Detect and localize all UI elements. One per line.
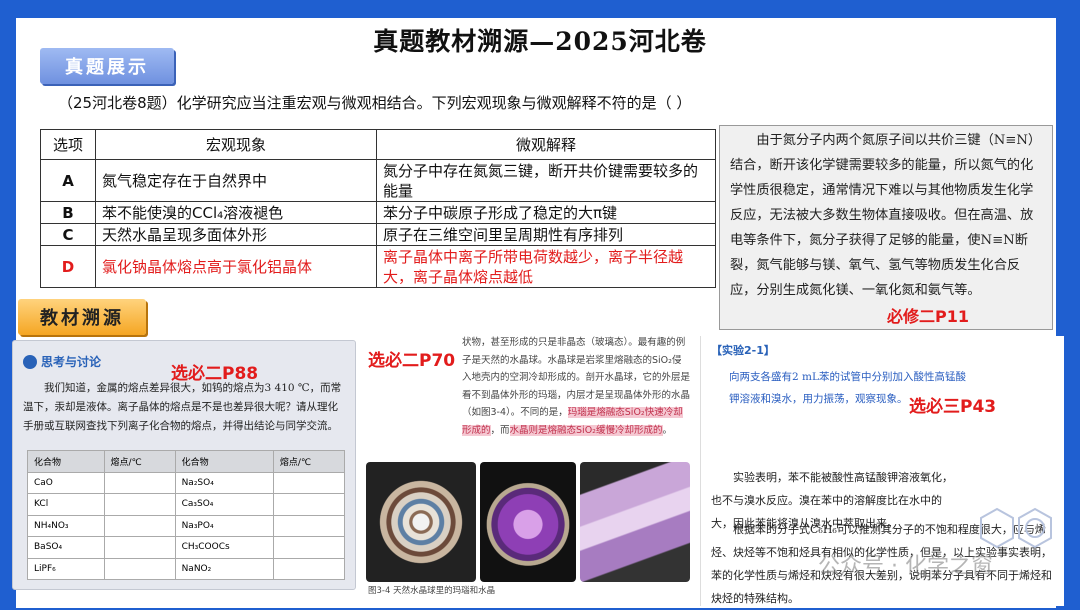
figure-caption: 图3-4 天然水晶球里的玛瑙和水晶 [368, 586, 496, 596]
table-row: LiPF₆ NaNO₂ [27, 557, 346, 580]
experiment-label: 【实验2-1】 [711, 344, 775, 357]
micro-c: 原子在三维空间里呈周期性有序排列 [376, 223, 716, 246]
mp-header: 熔点/℃ [103, 450, 176, 473]
compound: NH₄NO₃ [27, 514, 105, 537]
macro-d: 氯化钠晶体熔点高于氯化铝晶体 [95, 245, 377, 288]
discussion-title: 思考与讨论 [41, 355, 102, 369]
ref-bixiu2: 必修二P11 [887, 307, 969, 326]
experiment-instruction: 向两支各盛有2 mL苯的试管中分别加入酸性高锰酸钾溶液和溴水，用力振荡，观察现象… [729, 371, 966, 405]
agate-image [366, 462, 476, 582]
option-c: C [40, 223, 96, 246]
table-row: BaSO₄ CH₃COOCs [27, 536, 346, 559]
compound: BaSO₄ [27, 536, 105, 559]
mp-cell [272, 471, 346, 494]
table-row: NH₄NO₃ Na₃PO₄ [27, 514, 346, 537]
source-tag: 教材溯源 [18, 299, 146, 335]
mp-cell [272, 493, 346, 516]
discussion-header: 思考与讨论 [23, 353, 101, 370]
table-header-row: 化合物 熔点/℃ 化合物 熔点/℃ [27, 450, 346, 473]
table-row: B 苯不能使溴的CCl₄溶液褪色 苯分子中碳原子形成了稳定的大π键 [40, 201, 716, 224]
mp-cell [272, 557, 346, 580]
mp-header: 化合物 [27, 450, 105, 473]
watermark: 公众号 · 化学之窗 [818, 554, 993, 579]
table-header-row: 选项 宏观现象 微观解释 [40, 129, 716, 160]
compound: KCl [27, 493, 105, 516]
compound: LiPF₆ [27, 557, 105, 580]
question-text: （25河北卷8题）化学研究应当注重宏观与微观相结合。下列宏观现象与微观解释不符的… [58, 94, 692, 112]
mp-cell [103, 536, 176, 559]
panel-p70: 选必二P70 状物，甚至形成的只是非晶态（玻璃态）。最有趣的例子是天然的水晶球。… [362, 334, 694, 602]
mp-cell [103, 493, 176, 516]
discussion-body: 我们知道，金属的熔点差异很大，如钨的熔点为3 410 ℃，而常温下，汞却是液体。… [23, 382, 342, 432]
micro-d: 离子晶体中离子所带电荷数越少，离子半径越大，离子晶体熔点越低 [376, 245, 716, 288]
crystal-text-part: 状物，甚至形成的只是非晶态（玻璃态）。最有趣的例子是天然的水晶球。水晶球是岩浆里… [462, 337, 691, 418]
mp-cell [272, 536, 346, 559]
table-row: CaO Na₂SO₄ [27, 471, 346, 494]
macro-c: 天然水晶呈现多面体外形 [95, 223, 377, 246]
mp-cell [103, 514, 176, 537]
mp-cell [272, 514, 346, 537]
table-row: D 氯化钠晶体熔点高于氯化铝晶体 离子晶体中离子所带电荷数越少，离子半径越大，离… [40, 245, 716, 288]
crystal-text-part: 。 [662, 424, 673, 436]
exam-tag: 真题展示 [40, 48, 174, 84]
compound: Na₃PO₄ [174, 514, 274, 537]
crystal-text: 状物，甚至形成的只是非晶态（玻璃态）。最有趣的例子是天然的水晶球。水晶球是岩浆里… [462, 334, 690, 439]
table-row: C 天然水晶呈现多面体外形 原子在三维空间里呈周期性有序排列 [40, 223, 716, 246]
option-d: D [40, 245, 96, 288]
compound: Ca₃SO₄ [174, 493, 274, 516]
macro-a: 氮气稳定存在于自然界中 [95, 159, 377, 202]
table-row: A 氮气稳定存在于自然界中 氮分子中存在氮氮三键，断开共价键需要较多的能量 [40, 159, 716, 202]
micro-b: 苯分子中碳原子形成了稳定的大π键 [376, 201, 716, 224]
compound: CH₃COOCs [174, 536, 274, 559]
option-a: A [40, 159, 96, 202]
option-b: B [40, 201, 96, 224]
question-table: 选项 宏观现象 微观解释 A 氮气稳定存在于自然界中 氮分子中存在氮氮三键，断开… [40, 129, 716, 288]
header-option: 选项 [40, 129, 96, 160]
table-row: KCl Ca₃SO₄ [27, 493, 346, 516]
compound: NaNO₂ [174, 557, 274, 580]
compound: CaO [27, 471, 105, 494]
mp-cell [103, 471, 176, 494]
melting-point-table: 化合物 熔点/℃ 化合物 熔点/℃ CaO Na₂SO₄ KCl Ca₃SO₄ NH… [27, 450, 346, 580]
amethyst-geode-image [480, 462, 576, 582]
micro-a: 氮分子中存在氮氮三键，断开共价键需要较多的能量 [376, 159, 716, 202]
textbook-excerpt: 由于氮分子内两个氮原子间以共价三键（N≡N）结合，断开该化学键需要较多的能量，所… [719, 125, 1053, 330]
quartz-crystal-image [580, 462, 690, 582]
crystal-text-part: ，而 [490, 424, 510, 436]
macro-b: 苯不能使溴的CCl₄溶液褪色 [95, 201, 377, 224]
mp-header: 熔点/℃ [272, 450, 346, 473]
compound: Na₂SO₄ [174, 471, 274, 494]
header-macro: 宏观现象 [95, 129, 377, 160]
mp-cell [103, 557, 176, 580]
mp-header: 化合物 [174, 450, 274, 473]
header-micro: 微观解释 [376, 129, 716, 160]
highlight-quartz: 水晶则是熔融态SiO₂缓慢冷却形成的 [509, 424, 663, 436]
ref-p70: 选必二P70 [368, 351, 456, 371]
discussion-icon [23, 354, 37, 369]
panel-p88: 思考与讨论 选必二P88 我们知道，金属的熔点差异很大，如钨的熔点为3 410 … [12, 340, 356, 590]
